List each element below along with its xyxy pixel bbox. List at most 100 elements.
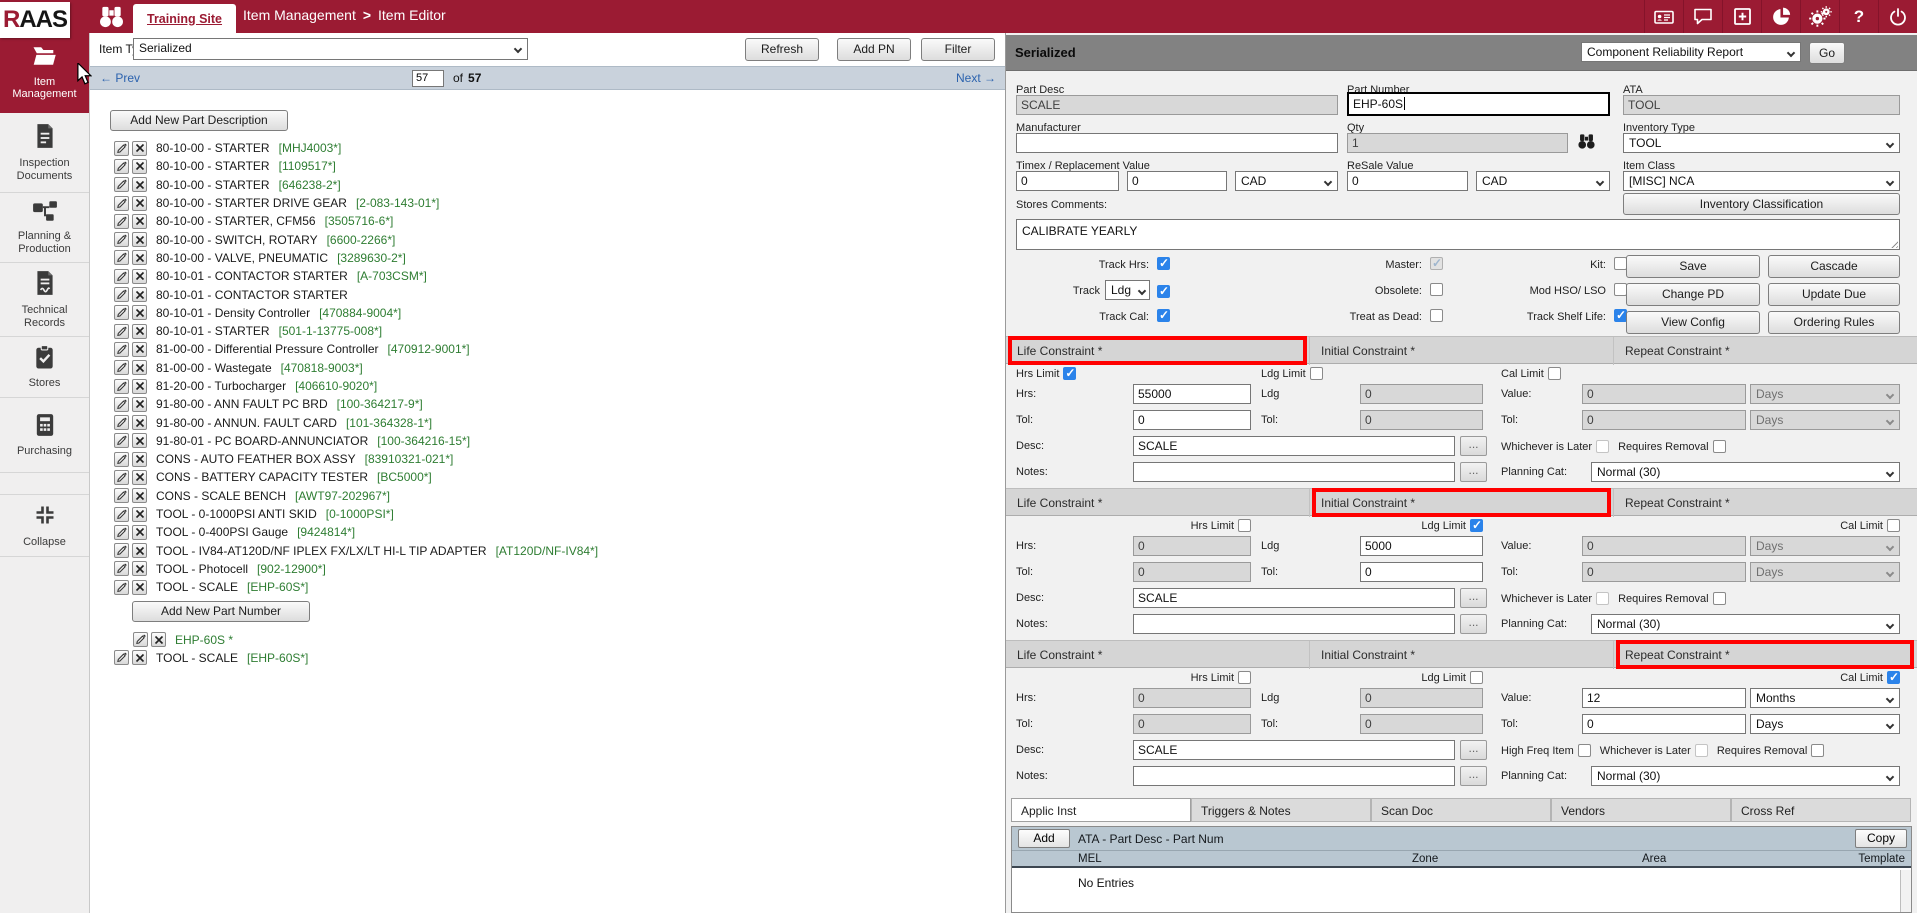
delete-part-icon[interactable] <box>132 470 147 485</box>
raas-logo[interactable]: RAAS <box>0 2 70 38</box>
delete-part-icon[interactable] <box>132 415 147 430</box>
desc-input[interactable]: SCALE <box>1133 588 1455 608</box>
tab-applic-inst[interactable]: Applic Inst <box>1011 798 1191 822</box>
report-select[interactable]: Component Reliability Report <box>1581 42 1801 62</box>
tol-value-input[interactable]: 0 <box>1582 714 1746 734</box>
hrs-input[interactable]: 55000 <box>1133 384 1251 404</box>
page-number-input[interactable]: 57 <box>412 70 444 87</box>
power-icon[interactable] <box>1878 0 1917 33</box>
ldg-input[interactable]: 0 <box>1360 688 1483 708</box>
part-item-label[interactable]: 91-80-01 - PC BOARD-ANNUNCIATOR[100-3642… <box>156 434 470 448</box>
part-item-label[interactable]: TOOL - 0-1000PSI ANTI SKID[0-1000PSI*] <box>156 507 394 521</box>
manufacturer-input[interactable] <box>1016 133 1338 153</box>
part-item-label[interactable]: 81-20-00 - Turbocharger[406610-9020*] <box>156 379 377 393</box>
add-row-button[interactable]: Add <box>1018 829 1070 848</box>
sidebar-item-planning-production[interactable]: Planning & Production <box>0 193 89 263</box>
cal-limit-checkbox[interactable] <box>1548 367 1561 380</box>
desc-browse-button[interactable]: ... <box>1460 588 1487 608</box>
part-item-label[interactable]: 81-00-00 - Differential Pressure Control… <box>156 342 470 356</box>
binoculars-icon[interactable] <box>98 6 125 33</box>
delete-part-icon[interactable] <box>132 525 147 540</box>
part-item-label[interactable]: 91-80-00 - ANNUN. FAULT CARD[101-364328-… <box>156 416 432 430</box>
tol-ldg-input[interactable]: 0 <box>1360 714 1483 734</box>
resize-grip-icon[interactable] <box>1889 239 1898 248</box>
notes-input[interactable] <box>1133 766 1455 786</box>
delete-part-icon[interactable] <box>132 650 147 665</box>
delete-part-icon[interactable] <box>132 452 147 467</box>
part-item-label[interactable]: 80-10-01 - CONTACTOR STARTER <box>156 288 348 302</box>
item-class-select[interactable]: [MISC] NCA <box>1623 171 1900 191</box>
part-item-label[interactable]: 80-10-00 - STARTER[MHJ4003*] <box>156 141 341 155</box>
edit-part-icon[interactable] <box>114 214 129 229</box>
part-item-label[interactable]: TOOL - IV84-AT120D/NF IPLEX FX/LX/LT HI-… <box>156 544 598 558</box>
change-pd-button[interactable]: Change PD <box>1626 283 1760 306</box>
notes-browse-button[interactable]: ... <box>1460 614 1487 634</box>
delete-part-icon[interactable] <box>132 561 147 576</box>
value-unit-select[interactable]: Days <box>1750 536 1900 556</box>
tol-hrs-input[interactable]: 0 <box>1133 562 1251 582</box>
edit-part-icon[interactable] <box>114 650 129 665</box>
id-card-icon[interactable] <box>1644 0 1683 33</box>
ata-input[interactable]: TOOL <box>1623 95 1900 115</box>
edit-part-icon[interactable] <box>114 269 129 284</box>
ldg-limit-checkbox[interactable] <box>1470 671 1483 684</box>
resale-currency-select[interactable]: CAD <box>1476 171 1610 191</box>
tol-unit-select[interactable]: Days <box>1750 714 1900 734</box>
delete-part-icon[interactable] <box>132 543 147 558</box>
delete-part-icon[interactable] <box>132 324 147 339</box>
delete-part-icon[interactable] <box>132 433 147 448</box>
requires-removal-checkbox[interactable] <box>1713 592 1726 605</box>
delete-part-icon[interactable] <box>132 159 147 174</box>
part-item-label[interactable]: TOOL - Photocell[902-12900*] <box>156 562 326 576</box>
value-unit-select[interactable]: Days <box>1750 384 1900 404</box>
part-item-label[interactable]: 80-10-00 - STARTER DRIVE GEAR[2-083-143-… <box>156 196 439 210</box>
part-item-label[interactable]: EHP-60S * <box>175 633 233 647</box>
qty-input[interactable]: 1 <box>1347 133 1568 153</box>
ldg-input[interactable]: 5000 <box>1360 536 1483 556</box>
delete-part-icon[interactable] <box>132 269 147 284</box>
update-due-button[interactable]: Update Due <box>1768 283 1900 306</box>
filter-button[interactable]: Filter <box>921 38 995 61</box>
part-item-label[interactable]: 80-10-01 - CONTACTOR STARTER[A-703CSM*] <box>156 269 427 283</box>
hrs-limit-checkbox[interactable] <box>1238 519 1251 532</box>
delete-part-icon[interactable] <box>151 632 166 647</box>
ldg-input[interactable]: 0 <box>1360 384 1483 404</box>
sidebar-item-technical-records[interactable]: Technical Records <box>0 263 89 337</box>
inventory-classification-button[interactable]: Inventory Classification <box>1623 193 1900 215</box>
training-site-tab[interactable]: Training Site <box>133 4 236 33</box>
delete-part-icon[interactable] <box>132 250 147 265</box>
part-item-label[interactable]: 80-10-01 - Density Controller[470884-900… <box>156 306 401 320</box>
edit-part-icon[interactable] <box>114 525 129 540</box>
edit-part-icon[interactable] <box>114 342 129 357</box>
high-freq-item-checkbox[interactable] <box>1578 744 1591 757</box>
sidebar-collapse-button[interactable]: Collapse <box>0 495 89 557</box>
desc-browse-button[interactable]: ... <box>1460 740 1487 760</box>
tol-unit-select[interactable]: Days <box>1750 562 1900 582</box>
edit-part-icon[interactable] <box>114 561 129 576</box>
value-input[interactable]: 0 <box>1582 384 1746 404</box>
part-item-label[interactable]: TOOL - 0-400PSI Gauge[9424814*] <box>156 525 355 539</box>
edit-part-icon[interactable] <box>133 632 148 647</box>
tol-ldg-input[interactable]: 0 <box>1360 562 1483 582</box>
delete-part-icon[interactable] <box>132 360 147 375</box>
delete-part-icon[interactable] <box>132 580 147 595</box>
planning-cat-select[interactable]: Normal (30) <box>1591 766 1900 786</box>
tab-cross-ref[interactable]: Cross Ref <box>1731 798 1911 822</box>
ldg-limit-checkbox[interactable] <box>1470 519 1483 532</box>
settings-gears-icon[interactable] <box>1800 0 1839 33</box>
notes-input[interactable] <box>1133 462 1455 482</box>
part-desc-input[interactable]: SCALE <box>1016 95 1338 115</box>
inventory-type-select[interactable]: TOOL <box>1623 133 1900 153</box>
next-page-link[interactable]: Next → <box>956 71 996 85</box>
timex-input-1[interactable]: 0 <box>1016 171 1119 191</box>
edit-part-icon[interactable] <box>114 324 129 339</box>
treat-as-dead-checkbox[interactable] <box>1430 309 1443 322</box>
obsolete-checkbox[interactable] <box>1430 283 1443 296</box>
edit-part-icon[interactable] <box>114 287 129 302</box>
track-ldg-checkbox[interactable] <box>1157 285 1170 298</box>
view-config-button[interactable]: View Config <box>1626 311 1760 334</box>
delete-part-icon[interactable] <box>132 379 147 394</box>
delete-part-icon[interactable] <box>132 141 147 156</box>
prev-page-link[interactable]: ← Prev <box>100 71 140 85</box>
part-item-label[interactable]: 80-10-00 - STARTER, CFM56[3505716-6*] <box>156 214 393 228</box>
